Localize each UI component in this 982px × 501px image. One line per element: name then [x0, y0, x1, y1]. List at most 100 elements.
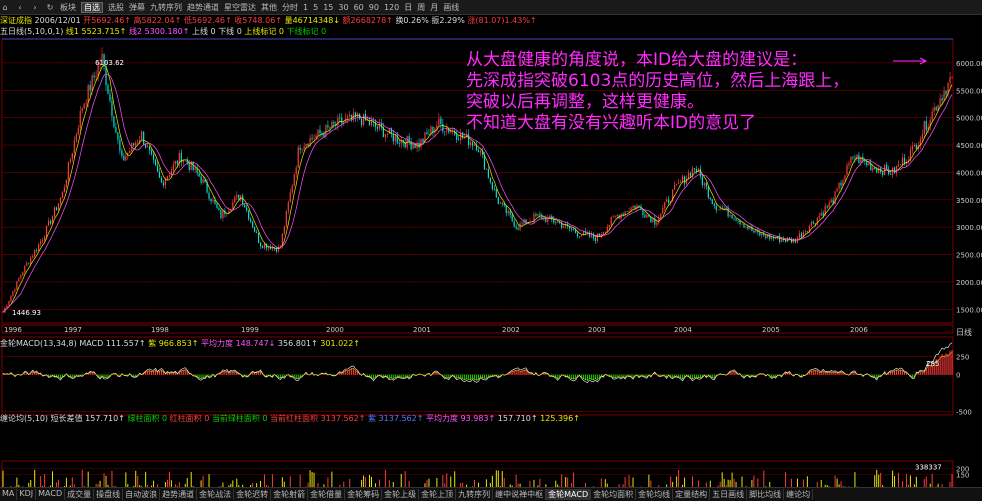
- toolbar-item-12[interactable]: 30: [338, 3, 348, 12]
- macd-c4: 301.022↑: [320, 339, 361, 348]
- candle-body: [329, 127, 331, 129]
- candle-body: [107, 84, 109, 94]
- candle-body: [422, 138, 424, 143]
- year-label: 1998: [151, 326, 169, 334]
- indicator-tab-10[interactable]: 金轮借量: [308, 489, 346, 500]
- candle-body: [717, 209, 719, 211]
- indicator-tab-11[interactable]: 金轮筹码: [345, 489, 383, 500]
- candle-body: [370, 121, 373, 126]
- indicator-tab-2[interactable]: MACD: [36, 489, 66, 500]
- candle-body: [477, 150, 480, 153]
- indicator-tab-14[interactable]: 九转序列: [456, 489, 494, 500]
- toolbar-item-1[interactable]: 自选: [81, 1, 103, 13]
- indicator-tab-21[interactable]: 脚比均线: [747, 489, 785, 500]
- candle-body: [485, 169, 488, 170]
- candle-body: [376, 126, 379, 129]
- year-label: 1997: [64, 326, 82, 334]
- toolbar: ⌂ ‹ › ↻ 板块 自选 选股 弹幕 九转序列 趋势通道 星空雷达 其他 分时 1 5 15 30 60…: [0, 0, 982, 15]
- year-label: 2006: [850, 326, 868, 334]
- toolbar-item-6[interactable]: 星空雷达: [224, 3, 256, 12]
- refresh-icon[interactable]: ↻: [45, 3, 55, 12]
- change: 涨(81.07)1.43%↑: [467, 16, 537, 25]
- y-tick-label: 4000.00: [956, 169, 982, 177]
- indicator-tab-22[interactable]: 缠论均: [784, 489, 814, 500]
- candle-body: [287, 202, 289, 211]
- candle-body: [913, 144, 915, 147]
- candle-body: [735, 219, 737, 221]
- indicator-tab-1[interactable]: KDJ: [17, 489, 37, 500]
- toolbar-item-0[interactable]: 板块: [60, 3, 76, 12]
- toolbar-item-8[interactable]: 分时: [282, 3, 298, 12]
- vol-d: 当前绿柱面积 0: [211, 414, 268, 423]
- candle-body: [628, 211, 630, 212]
- toolbar-item-3[interactable]: 弹幕: [129, 3, 145, 12]
- toolbar-item-5[interactable]: 趋势通道: [187, 3, 219, 12]
- indicator-tab-6[interactable]: 趋势通道: [160, 489, 198, 500]
- candle-body: [261, 246, 264, 248]
- candle-body: [715, 205, 717, 211]
- toolbar-item-2[interactable]: 选股: [108, 3, 124, 12]
- indicator-tab-4[interactable]: 操盘线: [94, 489, 124, 500]
- candle-body: [436, 125, 438, 129]
- candle-body: [804, 231, 806, 233]
- candle-body: [876, 168, 878, 173]
- candle-body: [446, 128, 448, 132]
- candle-body: [438, 118, 440, 126]
- toolbar-item-13[interactable]: 60: [354, 3, 364, 12]
- indicator-tab-19[interactable]: 定量结构: [673, 489, 711, 500]
- indicator-tab-7[interactable]: 金轮战法: [197, 489, 235, 500]
- indicator-tab-0[interactable]: MA: [0, 489, 18, 500]
- candle-body: [45, 225, 48, 238]
- toolbar-item-19[interactable]: 画线: [443, 3, 459, 12]
- toolbar-item-4[interactable]: 九转序列: [150, 3, 182, 12]
- candle-body: [652, 218, 654, 223]
- indicator-tab-9[interactable]: 金轮射箭: [271, 489, 309, 500]
- year-label: 1996: [4, 326, 22, 334]
- candle-body: [24, 265, 26, 273]
- indicator-tab-8[interactable]: 金轮迟转: [234, 489, 272, 500]
- candle-body: [594, 237, 596, 242]
- candle-body: [854, 157, 856, 159]
- toolbar-item-14[interactable]: 90: [369, 3, 379, 12]
- indicator-tab-16[interactable]: 金轮MACD: [546, 489, 592, 500]
- toolbar-item-11[interactable]: 15: [323, 3, 333, 12]
- candle-body: [111, 100, 113, 117]
- candle-body: [398, 143, 400, 144]
- home-icon[interactable]: ⌂: [0, 3, 10, 12]
- indicator-tab-3[interactable]: 成交量: [65, 489, 95, 500]
- toolbar-item-10[interactable]: 5: [313, 3, 318, 12]
- indicator-tab-12[interactable]: 金轮上级: [382, 489, 420, 500]
- back-icon[interactable]: ‹: [15, 3, 25, 12]
- toolbar-item-17[interactable]: 周: [417, 3, 425, 12]
- toolbar-item-15[interactable]: 120: [384, 3, 399, 12]
- indicator-tab-5[interactable]: 自动波浪: [123, 489, 161, 500]
- candle-body: [681, 176, 684, 183]
- toolbar-item-16[interactable]: 日: [404, 3, 412, 12]
- indicator-tab-18[interactable]: 金轮均线: [636, 489, 674, 500]
- y-tick-label: 4500.00: [956, 142, 982, 150]
- candle-body: [162, 182, 165, 186]
- candle-body: [897, 164, 900, 166]
- annotation-line-3: 突破以后再调整，这样更健康。: [466, 92, 704, 112]
- toolbar-item-7[interactable]: 其他: [261, 3, 277, 12]
- candle-body: [703, 183, 705, 186]
- candle-body: [507, 211, 509, 214]
- candle-body: [677, 182, 680, 184]
- forward-icon[interactable]: ›: [30, 3, 40, 12]
- candle-body: [497, 197, 499, 204]
- indicator-tab-20[interactable]: 五日画线: [710, 489, 748, 500]
- candle-body: [168, 175, 171, 177]
- toolbar-item-18[interactable]: 月: [430, 3, 438, 12]
- period-label[interactable]: 日线: [956, 327, 972, 338]
- candle-body: [563, 226, 565, 228]
- candle-body: [893, 167, 896, 174]
- candle-body: [301, 148, 303, 150]
- toolbar-item-9[interactable]: 1: [303, 3, 308, 12]
- candle-body: [79, 110, 81, 129]
- candle-body: [63, 187, 66, 193]
- candle-body: [458, 139, 460, 141]
- indicator-tab-15[interactable]: 缠中说禅中枢: [493, 489, 547, 500]
- indicator-tab-13[interactable]: 金轮上顶: [419, 489, 457, 500]
- indicator-tab-17[interactable]: 金轮均面积: [591, 489, 637, 500]
- candle-body: [6, 305, 8, 308]
